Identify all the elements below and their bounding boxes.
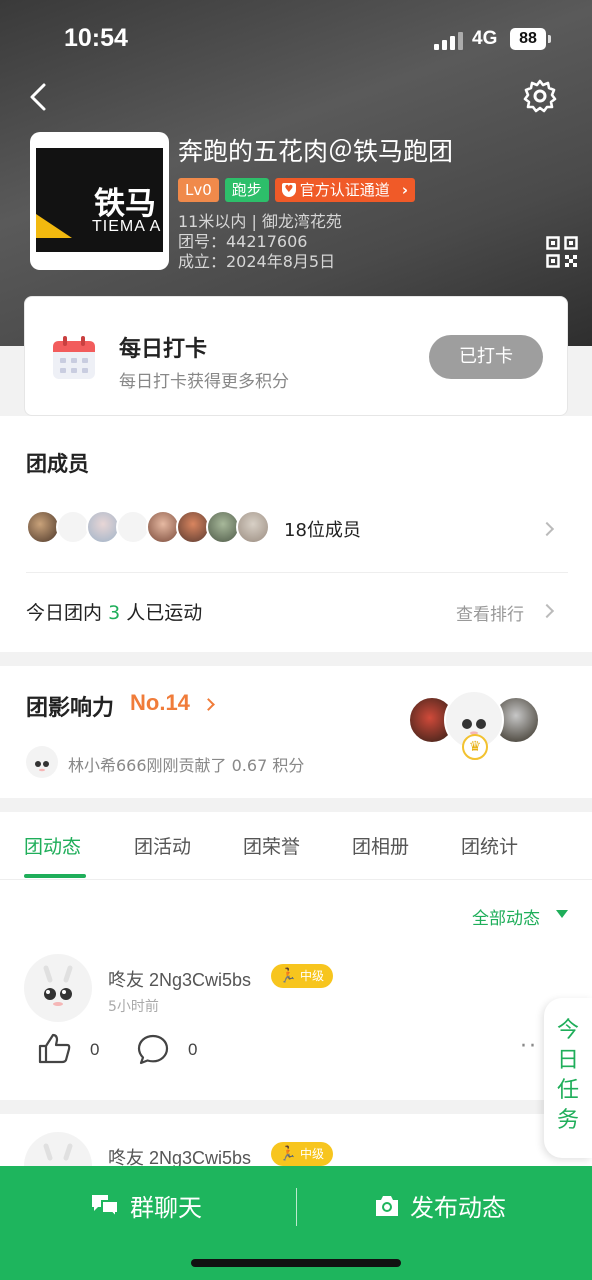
today-active-count: 3 [108,602,121,624]
avatar [176,510,210,544]
post-time: 5小时前 [108,999,159,1015]
level-badge-label: 中级 [299,969,324,983]
level-badge: 🏃 中级 [271,1142,333,1166]
members-section: 团成员 18位成员 今日团内 3 人已运动 查看排行 [0,416,592,652]
chat-bubbles-icon [92,1194,119,1219]
chevron-right-icon[interactable] [202,698,215,711]
checked-in-button[interactable]: 已打卡 [429,335,543,379]
checkin-title: 每日打卡 [119,337,208,362]
contribution-text: 林小希666刚刚贡献了 0.67 积分 [68,756,305,775]
daily-task-widget[interactable]: 今 日 任 务 [544,998,592,1158]
back-icon[interactable] [24,82,54,112]
running-icon: 🏃 [279,1146,297,1162]
members-title: 团成员 [26,452,89,476]
task-char: 今 [556,1018,579,1043]
tab-team-feed[interactable]: 团动态 [24,832,81,859]
tab-bar: 团动态 团活动 团荣誉 团相册 团统计 [0,812,592,880]
avatar [116,510,150,544]
team-logo: 铁马 TIEMA A [30,132,169,270]
crown-icon: ♛ [462,734,488,760]
avatar [206,510,240,544]
calendar-icon [53,336,95,379]
level-badge-label: 中级 [299,1147,324,1161]
top-contributors[interactable]: ♛ [408,690,548,760]
like-count: 0 [90,1040,100,1059]
divider [296,1188,297,1226]
group-chat-button[interactable]: 群聊天 [90,1188,202,1223]
avatar [56,510,90,544]
feed-filter-dropdown[interactable]: 全部动态 [472,904,540,929]
status-bar: 10:54 4G 88 [0,22,592,58]
influence-rank[interactable]: No.14 [130,690,190,716]
shield-icon: ♥ [281,183,296,197]
gear-icon[interactable] [522,78,558,114]
task-char: 任 [556,1078,579,1103]
today-prefix: 今日团内 [26,602,103,624]
tab-team-album[interactable]: 团相册 [352,832,409,859]
sport-tag: 跑步 [224,178,269,202]
task-char: 务 [556,1108,579,1133]
view-ranking-link[interactable]: 查看排行 [456,600,524,625]
avatar [26,510,60,544]
avatar [26,746,58,778]
active-tab-indicator [24,874,86,878]
avatar [146,510,180,544]
divider [26,572,568,573]
post-username[interactable]: 咚友 2Ng3Cwi5bs [108,966,251,992]
team-influence-section[interactable]: 团影响力 No.14 林小希666刚刚贡献了 0.67 积分 ♛ [0,666,592,798]
distance-location: 11米以内 | 御龙湾花苑 [178,212,342,231]
camera-icon [376,1195,398,1216]
founded-date: 成立：2024年8月5日 [178,252,336,271]
today-active: 今日团内 3 人已运动 [26,598,202,625]
avatar [236,510,270,544]
member-count[interactable]: 18位成员 [284,516,361,542]
tab-team-stats[interactable]: 团统计 [461,832,518,859]
today-suffix: 人已运动 [126,602,203,624]
avatar[interactable] [24,954,92,1022]
task-char: 日 [556,1048,579,1073]
tab-team-activities[interactable]: 团活动 [134,832,191,859]
network-label: 4G [472,28,498,49]
more-options-icon[interactable]: ·· [520,1034,538,1059]
chevron-right-icon[interactable] [539,603,555,619]
feed-post-2: 咚友 2Ng3Cwi5bs 🏃 中级 [0,1114,592,1200]
logo-text-cn: 铁马 [94,186,156,222]
daily-checkin-card: 每日打卡 每日打卡获得更多积分 已打卡 [24,296,568,416]
battery-icon: 88 [510,28,551,50]
chevron-right-icon[interactable] [539,521,555,537]
logo-text-en: TIEMA A [92,218,162,235]
like-icon[interactable] [38,1032,72,1064]
signal-icon [434,32,464,50]
avatar [86,510,120,544]
running-icon: 🏃 [279,968,297,984]
caret-down-icon[interactable] [556,910,568,918]
official-channel-tag[interactable]: ♥ 官方认证通道 › [274,178,415,202]
level-badge: 🏃 中级 [271,964,333,988]
influence-title: 团影响力 [26,696,115,721]
comment-count: 0 [188,1040,198,1059]
status-time: 10:54 [64,24,128,52]
feed-list: 全部动态 咚友 2Ng3Cwi5bs 🏃 中级 5小时前 0 0 ·· [0,880,592,1100]
level-tag: Lv0 [178,178,219,202]
team-number: 团号：44217606 [178,232,308,251]
chevron-right-icon: › [401,181,408,199]
checkin-subtitle: 每日打卡获得更多积分 [119,372,289,392]
team-tags: Lv0 跑步 ♥ 官方认证通道 › [178,178,415,202]
group-chat-label: 群聊天 [130,1194,202,1222]
post-update-label: 发布动态 [410,1194,506,1222]
comment-icon[interactable] [137,1033,169,1065]
qr-code-icon[interactable] [546,236,578,268]
home-indicator [191,1259,401,1267]
official-label: 官方认证通道 [299,181,390,199]
team-meta: 11米以内 | 御龙湾花苑 团号：44217606 成立：2024年8月5日 [178,212,342,272]
team-header: 10:54 4G 88 铁马 TIEMA A 奔跑的五花肉＠铁马跑团 Lv0 跑… [0,0,592,346]
tab-team-honors[interactable]: 团荣誉 [243,832,300,859]
team-name: 奔跑的五花肉＠铁马跑团 [178,137,454,166]
post-update-button[interactable]: 发布动态 [374,1188,506,1223]
